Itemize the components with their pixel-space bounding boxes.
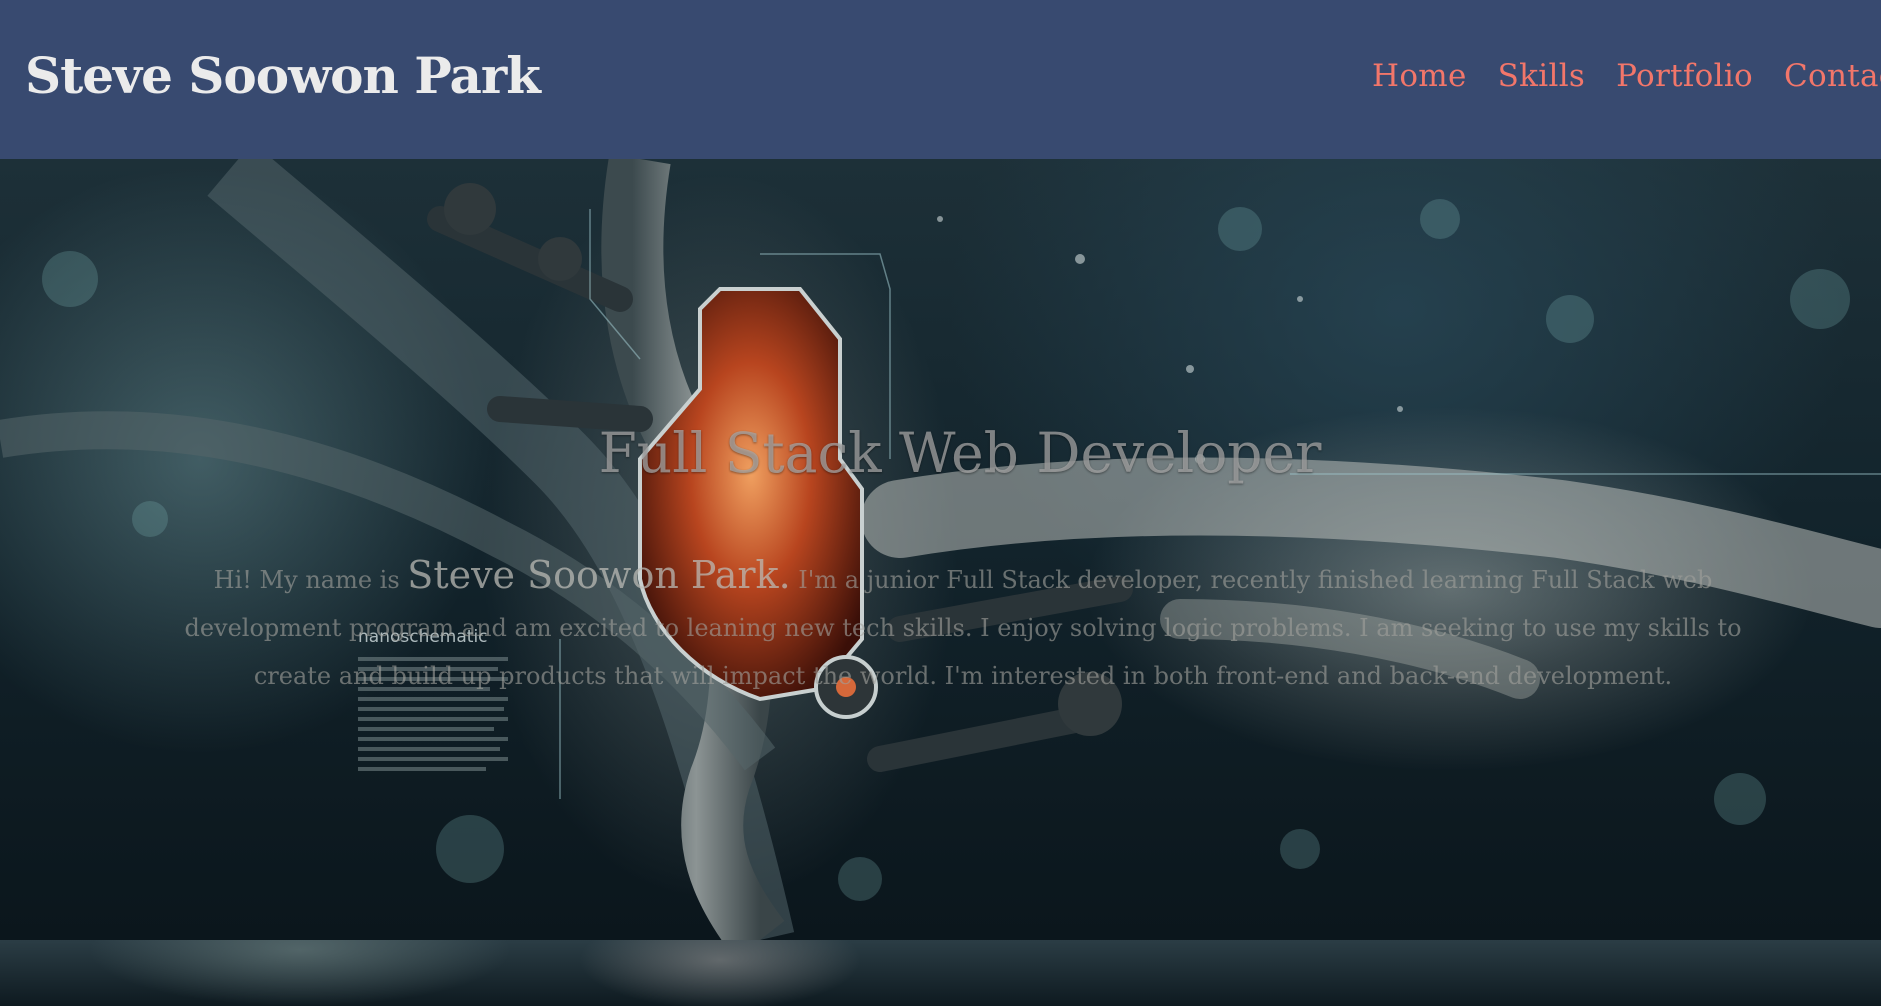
hero-title: Full Stack Web Developer (598, 421, 1322, 485)
hero-intro: Hi! My name is Steve Soowon Park. I'm a … (168, 551, 1758, 700)
nav-link-portfolio[interactable]: Portfolio (1616, 58, 1753, 94)
nav-link-skills[interactable]: Skills (1498, 58, 1585, 94)
hero-intro-prefix: Hi! My name is (213, 566, 408, 594)
next-section-preview (0, 940, 1881, 1006)
navbar: Steve Soowon Park Home Skills Portfolio … (0, 0, 1881, 159)
dna-background-image: nanoschematic (0, 159, 1881, 940)
nav-link-home[interactable]: Home (1372, 58, 1467, 94)
hero-section: nanoschematic Full Stack Web Developer H… (0, 159, 1881, 940)
nav-menu: Home Skills Portfolio Contact (1372, 58, 1881, 94)
nav-link-contact[interactable]: Contact (1784, 58, 1881, 94)
hero-name: Steve Soowon Park. (407, 553, 791, 597)
site-brand[interactable]: Steve Soowon Park (25, 46, 541, 105)
